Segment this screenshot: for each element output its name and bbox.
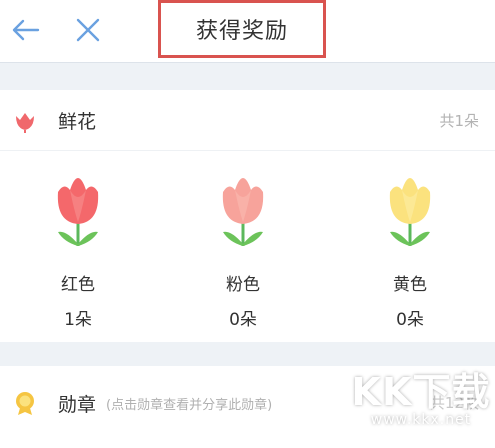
flower-item-pink[interactable]: 粉色 0朵 [183, 174, 303, 330]
close-icon [76, 18, 100, 42]
flowers-total: 共1朵 [439, 112, 479, 130]
flower-name: 粉色 [226, 275, 260, 295]
flowers-header: 鲜花 共1朵 [0, 90, 495, 151]
flower-item-yellow[interactable]: 黄色 0朵 [350, 174, 470, 330]
medals-title: 勋章 [58, 394, 97, 416]
page-title: 获得奖励 [158, 0, 326, 58]
flower-name: 红色 [61, 275, 95, 295]
flowers-title: 鲜花 [58, 111, 97, 133]
watermark-logo: KK下载 [351, 370, 491, 414]
flower-count: 1朵 [64, 310, 92, 330]
medal-icon [16, 392, 34, 415]
flower-name: 黄色 [393, 275, 427, 295]
back-button[interactable] [8, 12, 44, 48]
flower-count: 0朵 [229, 310, 257, 330]
top-bar: 获得奖励 [0, 0, 495, 63]
red-tulip-icon [49, 178, 99, 246]
arrow-left-icon [12, 19, 40, 41]
flowers-section: 鲜花 共1朵 红色 1朵 粉色 0朵 黄色 0朵 [0, 90, 495, 342]
watermark-url: www.kkx.net [370, 412, 472, 428]
watermark: KK下载 www.kkx.net [351, 372, 491, 448]
tulip-icon [16, 113, 34, 133]
flower-count: 0朵 [396, 310, 424, 330]
close-button[interactable] [70, 12, 106, 48]
medals-hint: (点击勋章查看并分享此勋章) [106, 398, 273, 413]
pink-tulip-icon [214, 178, 264, 246]
flower-item-red[interactable]: 红色 1朵 [18, 174, 138, 330]
yellow-tulip-icon [381, 178, 431, 246]
